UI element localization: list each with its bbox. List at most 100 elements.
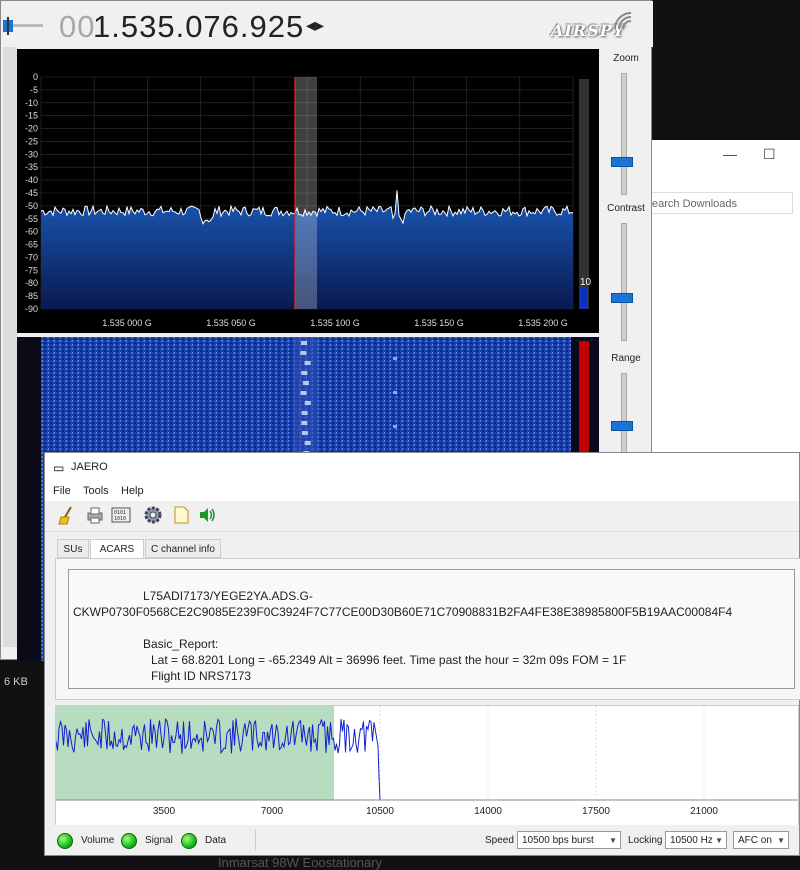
vfo-bandwidth-highlight[interactable]	[295, 77, 317, 309]
acars-line-4: Lat = 68.8201 Long = -65.2349 Alt = 3699…	[151, 653, 627, 667]
scope-x-tick: 10500	[366, 806, 394, 817]
waterfall-signal-blip	[304, 441, 311, 445]
speaker-icon[interactable]	[197, 505, 217, 525]
spectrum-y-tick: -25	[25, 136, 38, 146]
waterfall-level-bar	[579, 341, 589, 461]
binary-icon[interactable]: 0101 1010	[111, 505, 131, 525]
speed-select[interactable]: 10500 bps burst ▼	[517, 831, 621, 849]
spectrum-y-tick: -90	[25, 304, 38, 314]
volume-label: Volume	[81, 835, 115, 846]
spectrum-x-tick: 1.535 000 G	[102, 318, 152, 328]
waterfall-signal-blip	[302, 381, 309, 385]
panel-toggle-handle[interactable]	[3, 15, 45, 35]
spectrum-y-tick: -20	[25, 124, 38, 134]
contrast-slider-track[interactable]	[621, 223, 627, 341]
spectrum-x-tick: 1.535 150 G	[414, 318, 464, 328]
signal-label: Signal	[145, 835, 173, 846]
locking-select-value: 10500 Hz	[670, 835, 713, 846]
spectrum-y-tick: -70	[25, 252, 38, 262]
zoom-slider-thumb[interactable]	[611, 157, 633, 167]
spectrum-y-tick: 0	[33, 72, 38, 82]
menu-help[interactable]: Help	[121, 485, 144, 497]
spectrum-x-tick: 1.535 100 G	[310, 318, 360, 328]
jaero-title-bar[interactable]: ▭ JAERO	[45, 453, 799, 481]
afc-select[interactable]: AFC on ▼	[733, 831, 789, 849]
chevron-down-icon: ▼	[715, 836, 723, 845]
menu-tools[interactable]: Tools	[83, 485, 109, 497]
spectrum-y-tick: -45	[25, 188, 38, 198]
waterfall-signal-blip	[301, 411, 308, 415]
background-caption: Inmarsat 98W Eoostationary	[218, 855, 383, 870]
spectrum-x-tick: 1.535 200 G	[518, 318, 568, 328]
zoom-slider-track[interactable]	[621, 73, 627, 195]
spectrum-y-tick: -5	[30, 85, 38, 95]
frequency-step-arrows[interactable]: ◂▸	[306, 15, 324, 36]
document-icon[interactable]	[171, 505, 191, 525]
contrast-label: Contrast	[607, 203, 645, 214]
spectrum-analyzer[interactable]: 0 -5 -10 -15 -20 -25 -30 -35 -40 -45 -50 -55 -60 -65 -…	[17, 49, 599, 333]
data-led	[181, 833, 197, 849]
toolbar: 0101 1010	[45, 501, 799, 532]
waterfall-signal-blip	[304, 401, 311, 405]
afc-select-value: AFC on	[738, 835, 772, 846]
frequency-display[interactable]: 1.535.076.925	[93, 9, 304, 45]
zoom-label: Zoom	[613, 53, 639, 64]
spectrum-y-tick: -35	[25, 162, 38, 172]
contrast-slider-thumb[interactable]	[611, 293, 633, 303]
range-slider-thumb[interactable]	[611, 421, 633, 431]
tab-sus[interactable]: SUs	[57, 539, 89, 558]
signal-led	[121, 833, 137, 849]
window-title: JAERO	[71, 461, 108, 473]
spectrum-y-tick: -40	[25, 175, 38, 185]
locking-select[interactable]: 10500 Hz ▼	[665, 831, 727, 849]
tab-c-channel-info[interactable]: C channel info	[145, 539, 221, 558]
acars-tab-panel: L75ADI7173/YEGE2YA.ADS.G- CKWP0730F0568C…	[55, 558, 800, 700]
scope-x-tick: 7000	[261, 806, 284, 817]
broom-icon[interactable]	[57, 505, 77, 525]
level-meter	[579, 79, 589, 309]
acars-line-5: Flight ID NRS7173	[151, 669, 252, 683]
range-label: Range	[611, 353, 641, 364]
data-label: Data	[205, 835, 227, 846]
frequency-bar: 00 1.535.076.925 ◂▸ AIRSPY	[1, 1, 653, 47]
menu-file[interactable]: File	[53, 485, 71, 497]
waterfall-signal-blip	[301, 431, 308, 435]
acars-line-3: Basic_Report:	[143, 637, 219, 651]
status-bar: Volume Signal Data Speed 10500 bps burst…	[45, 825, 799, 855]
scope-x-tick: 3500	[153, 806, 176, 817]
acars-line-1: L75ADI7173/YEGE2YA.ADS.G-	[143, 589, 313, 603]
printer-icon[interactable]	[85, 505, 105, 525]
chevron-down-icon: ▼	[609, 836, 617, 845]
gear-icon[interactable]	[143, 505, 163, 525]
downloads-search-input[interactable]: earch Downloads	[641, 192, 793, 214]
waterfall-signal-blip	[393, 425, 397, 428]
spectrum-y-tick: -85	[25, 291, 38, 301]
scope-x-tick: 21000	[690, 806, 718, 817]
spectrum-y-tick: -15	[25, 111, 38, 121]
spectrum-y-tick: -60	[25, 227, 38, 237]
maximize-icon[interactable]: ☐	[763, 146, 776, 163]
tab-acars[interactable]: ACARS	[90, 539, 144, 559]
minimize-icon[interactable]: —	[723, 146, 737, 162]
waterfall-signal-blip	[300, 341, 307, 345]
spectrum-y-tick: -55	[25, 214, 38, 224]
sdr-side-strip	[3, 47, 17, 647]
acars-message-output[interactable]: L75ADI7173/YEGE2YA.ADS.G- CKWP0730F0568C…	[68, 569, 795, 689]
spectrum-y-tick: -10	[25, 98, 38, 108]
scope-x-tick: 17500	[582, 806, 610, 817]
spectrum-x-tick: 1.535 050 G	[206, 318, 256, 328]
spectrum-scope[interactable]: 3500 7000 10500 14000 17500 21000	[55, 705, 799, 827]
display-controls-panel: Zoom Contrast Range	[601, 47, 651, 467]
signal-waves-icon	[614, 12, 632, 30]
speed-label: Speed	[485, 835, 514, 846]
waterfall-signal-blip	[393, 391, 397, 394]
spectrum-y-tick: -65	[25, 240, 38, 250]
spectrum-y-tick: -75	[25, 265, 38, 275]
waterfall-signal-blip	[300, 391, 307, 395]
volume-led	[57, 833, 73, 849]
frequency-leading-digits[interactable]: 00	[59, 9, 95, 45]
waterfall-signal-blip	[304, 361, 311, 365]
menu-bar: File Tools Help	[45, 481, 799, 501]
level-meter-label: 10	[580, 277, 592, 288]
svg-text:1010: 1010	[114, 516, 126, 522]
